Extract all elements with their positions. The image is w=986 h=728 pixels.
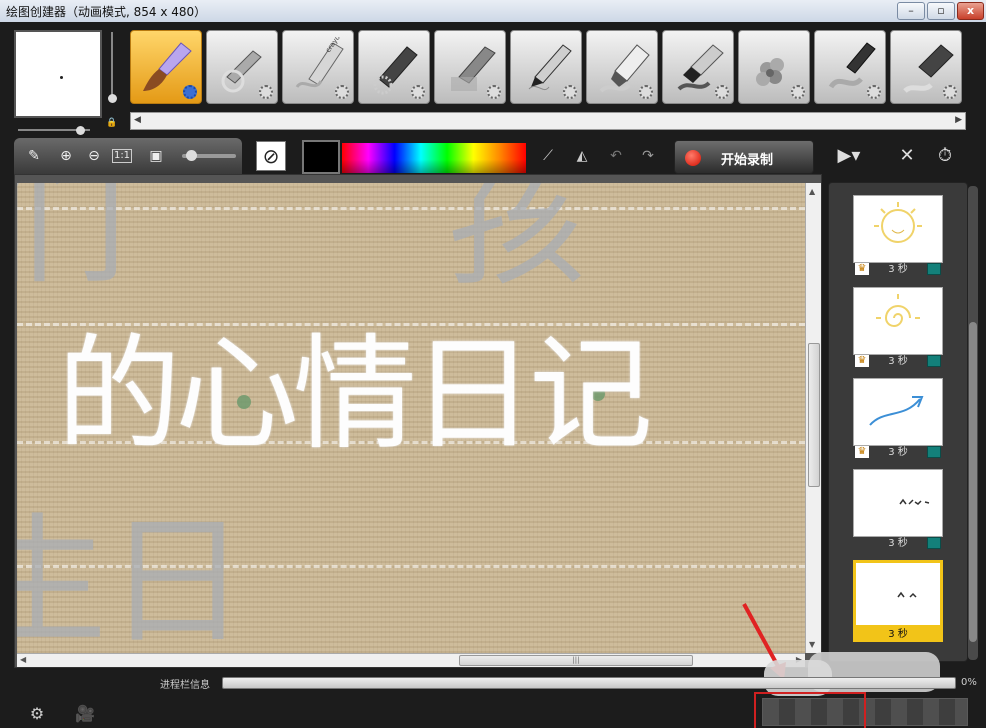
pencil-tool[interactable] [510,30,582,104]
scroll-left-arrow-icon[interactable]: ◀ [20,655,26,664]
gear-icon[interactable] [411,85,425,99]
crayon-tool[interactable]: crayon [282,30,354,104]
background-char: 们 [17,183,128,304]
view-controls-panel: ✎ ⊕ ⊖ 1:1 ▣ [14,138,242,174]
gear-icon[interactable] [791,85,805,99]
frame-thumbnail[interactable]: ♛ 3 秒 [853,287,943,371]
background-char: 生日 [17,501,248,653]
close-button[interactable]: x [957,2,984,20]
timer-icon[interactable]: ⏱ [930,142,960,170]
frames-scrollbar[interactable] [968,186,978,660]
brush-size-slider[interactable] [18,126,98,135]
eyedropper-icon[interactable]: ⟋ [536,145,560,167]
tool-strip-scrollbar[interactable]: ◀ ▶ [130,112,966,130]
oil-paint-tool[interactable] [662,30,734,104]
text-scribble-small-thumbnail [897,591,917,598]
settings-gear-icon[interactable]: ⚙ [20,704,54,726]
brush-opacity-slider[interactable] [108,32,117,112]
clear-frame-icon[interactable]: ✕ [892,142,922,170]
scroll-thumb[interactable] [969,322,977,642]
zoom-in-icon[interactable]: ⊕ [56,147,76,165]
play-icon[interactable]: ▶▾ [834,142,864,170]
progress-label: 进程栏信息 [160,680,210,691]
frame-thumbnail-selected[interactable]: 3 秒 [853,560,943,644]
background-image-icon[interactable]: ▣ [146,147,166,165]
current-color-swatch[interactable] [302,140,340,174]
background-char: 孩 [447,183,588,306]
gear-icon[interactable] [867,85,881,99]
sun-spiral-thumbnail [876,294,920,327]
canvas-vertical-scrollbar[interactable]: ▲ ▼ [805,183,821,653]
minimize-button[interactable]: – [897,2,925,20]
color-spectrum-picker[interactable] [342,143,526,173]
canvas-main-text: 的心情日记 [57,323,653,467]
scroll-left-arrow-icon[interactable]: ◀ [134,115,141,125]
drawing-canvas[interactable]: 们 孩 生日 的心情日记 [17,183,805,653]
video-camera-icon[interactable]: 🎥 [68,704,102,726]
progress-bar [222,677,956,689]
airbrush-tool[interactable] [206,30,278,104]
drawing-area: 们 孩 生日 的心情日记 ▲ ▼ ◀ ||| ▶ [14,174,822,668]
charcoal-tool[interactable] [434,30,506,104]
maximize-button[interactable]: ▫ [927,2,955,20]
scroll-up-arrow-icon[interactable]: ▲ [809,187,815,196]
gear-icon[interactable] [563,85,577,99]
scroll-right-arrow-icon[interactable]: ▶ [955,115,962,125]
edit-canvas-icon[interactable]: ✎ [24,147,44,165]
brush-preview [14,30,102,118]
gear-icon[interactable] [335,85,349,99]
slider-knob[interactable] [186,150,197,161]
status-bar: 进程栏信息 0% [0,672,986,694]
progress-percent: 0% [961,677,977,688]
tool-strip: crayon [130,30,970,104]
slider-knob[interactable] [76,126,85,135]
record-icon [685,150,701,166]
gear-icon[interactable] [183,85,197,99]
paintbrush-tool[interactable] [130,30,202,104]
scroll-thumb[interactable] [808,343,820,487]
no-color-button[interactable]: ⊘ [256,141,286,171]
title-bar: 绘图创建器（动画模式, 854 x 480） – ▫ x [0,0,986,22]
gear-icon[interactable] [487,85,501,99]
marker-tool[interactable] [586,30,658,104]
zoom-slider[interactable] [182,150,236,161]
fill-eraser-icon[interactable]: ◭ [570,145,594,167]
canvas-horizontal-scrollbar[interactable]: ◀ ||| ▶ [17,653,805,667]
particle-brush-tool[interactable] [738,30,810,104]
gear-icon[interactable] [639,85,653,99]
actual-size-button[interactable]: 1:1 [112,149,132,163]
text-scribble-thumbnail [899,498,930,505]
lock-icon[interactable]: 🔒 [106,118,117,128]
blue-arrow-thumbnail [869,396,924,426]
window-title: 绘图创建器（动画模式, 854 x 480） [6,5,207,19]
slider-knob[interactable] [108,94,117,103]
frames-panel: ♛ 3 秒 ♛ 3 秒 ♛ 3 秒 3 秒 3 秒 [828,182,968,662]
undo-icon[interactable]: ↶ [604,145,628,167]
frame-thumbnail[interactable]: ♛ 3 秒 [853,195,943,279]
chalk-tool[interactable] [358,30,430,104]
redo-icon[interactable]: ↷ [636,145,660,167]
gear-icon[interactable] [259,85,273,99]
scroll-down-arrow-icon[interactable]: ▼ [809,640,815,649]
scroll-thumb[interactable]: ||| [459,655,693,666]
sun-face-thumbnail [874,202,922,243]
zoom-out-icon[interactable]: ⊖ [84,147,104,165]
gear-icon[interactable] [943,85,957,99]
start-recording-button[interactable]: 开始录制 [674,140,814,174]
watercolor-tool[interactable] [814,30,886,104]
highlight-box [754,692,866,728]
brush-size-dot [60,76,63,79]
frame-thumbnail[interactable]: 3 秒 [853,469,943,553]
canvas-toolbar: ✎ ⊕ ⊖ 1:1 ▣ ⊘ ⟋ ◭ ↶ ↷ 开始录制 ▶▾ ✕ ⏱ [14,138,964,174]
frame-thumbnail[interactable]: ♛ 3 秒 [853,378,943,462]
gear-icon[interactable] [715,85,729,99]
eraser-tool[interactable] [890,30,962,104]
